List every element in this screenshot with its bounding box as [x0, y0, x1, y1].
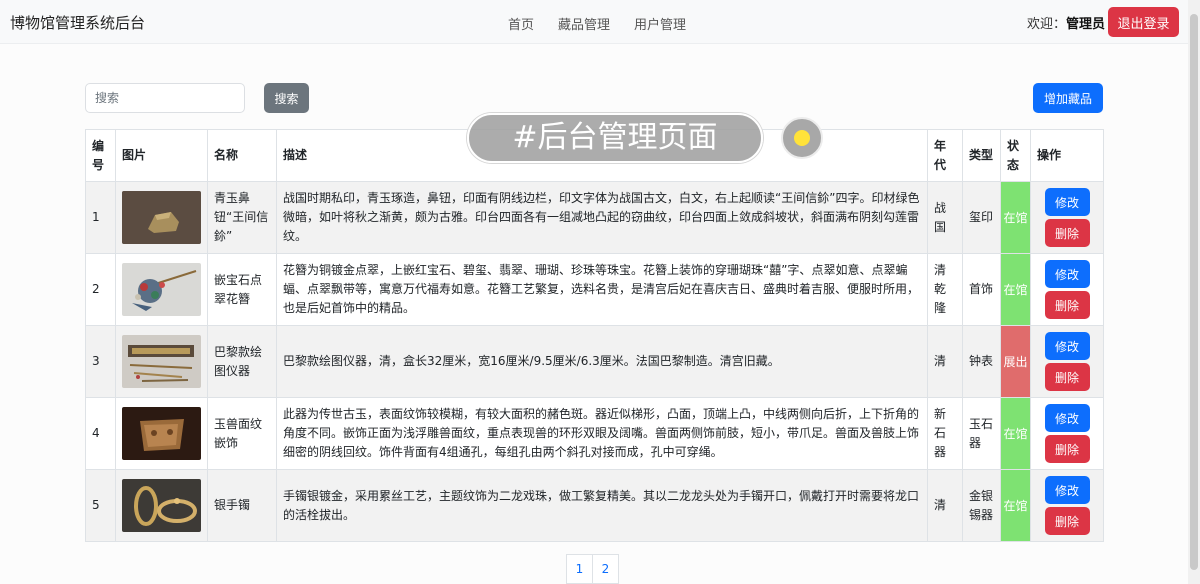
edit-button[interactable]: 修改 — [1044, 404, 1090, 432]
cell-id: 5 — [85, 469, 116, 542]
logout-button[interactable]: 退出登录 — [1108, 7, 1179, 37]
user-name: 管理员 — [1066, 17, 1106, 32]
cell-era: 清 — [927, 469, 963, 542]
nav-item-collections[interactable]: 藏品管理 — [558, 14, 610, 33]
cell-actions: 修改 删除 — [1030, 397, 1104, 470]
edit-button[interactable]: 修改 — [1044, 332, 1090, 360]
table-row: 5 银手镯 手镯银镀金，采用累丝工艺，主题纹饰为二龙戏珠，做工繁复精美。其以二龙… — [85, 469, 1104, 542]
scrollbar-thumb[interactable] — [1190, 14, 1198, 570]
cell-type: 钟表 — [962, 325, 1001, 398]
item-thumbnail[interactable] — [122, 335, 201, 388]
cell-image — [115, 253, 208, 326]
cell-id: 2 — [85, 253, 116, 326]
cell-era: 清 — [927, 325, 963, 398]
assist-icon-core — [794, 130, 810, 146]
col-header-actions: 操作 — [1030, 129, 1104, 182]
cell-id: 1 — [85, 181, 116, 254]
table-row: 2 嵌宝石点翠花簪 花簪为铜镀金点翠，上嵌红宝石、碧玺、翡翠、珊瑚、珍珠等珠宝。… — [85, 253, 1104, 326]
page-link-1[interactable]: 1 — [566, 554, 593, 584]
nav-item-home[interactable]: 首页 — [508, 14, 534, 33]
search-input[interactable] — [85, 83, 245, 113]
cell-image — [115, 181, 208, 254]
col-header-name: 名称 — [207, 129, 277, 182]
delete-button[interactable]: 删除 — [1044, 507, 1090, 535]
page-link-2[interactable]: 2 — [592, 554, 619, 584]
delete-button[interactable]: 删除 — [1044, 291, 1090, 319]
cell-desc: 巴黎款绘图仪器，清，盒长32厘米，宽16厘米/9.5厘米/6.3厘米。法国巴黎制… — [276, 325, 928, 398]
cell-era: 清乾隆 — [927, 253, 963, 326]
cell-image — [115, 325, 208, 398]
cell-name: 青玉鼻钮“王间信鉩” — [207, 181, 277, 254]
edit-button[interactable]: 修改 — [1044, 476, 1090, 504]
nav-item-users[interactable]: 用户管理 — [634, 14, 686, 33]
cell-type: 金银锡器 — [962, 469, 1001, 542]
add-item-button[interactable]: 增加藏品 — [1033, 83, 1103, 113]
cell-id: 4 — [85, 397, 116, 470]
table-row: 3 巴黎款绘图仪器 巴黎款绘图仪器，清，盒长32厘米，宽16厘米/9.5厘米/6… — [85, 325, 1104, 398]
edit-button[interactable]: 修改 — [1044, 260, 1090, 288]
status-badge: 在馆 — [1000, 469, 1031, 542]
cell-type: 玺印 — [962, 181, 1001, 254]
pagination: 1 2 — [566, 554, 619, 584]
item-thumbnail[interactable] — [122, 191, 201, 244]
app-title[interactable]: 博物馆管理系统后台 — [10, 12, 145, 33]
item-thumbnail[interactable] — [122, 479, 201, 532]
cell-id: 3 — [85, 325, 116, 398]
cell-actions: 修改 删除 — [1030, 181, 1104, 254]
cell-image — [115, 469, 208, 542]
overlay-caption: #后台管理页面 — [467, 113, 763, 163]
item-thumbnail[interactable] — [122, 407, 201, 460]
main-nav: 首页 藏品管理 用户管理 — [508, 14, 686, 33]
cell-actions: 修改 删除 — [1030, 325, 1104, 398]
status-badge: 展出 — [1000, 325, 1031, 398]
cell-era: 战国 — [927, 181, 963, 254]
cell-desc: 花簪为铜镀金点翠，上嵌红宝石、碧玺、翡翠、珊瑚、珍珠等珠宝。花簪上装饰的穿珊瑚珠… — [276, 253, 928, 326]
floating-assist-icon[interactable] — [781, 117, 823, 159]
cell-desc: 战国时期私印，青玉琢造，鼻钮，印面有阴线边栏，印文字体为战国古文，白文，右上起顺… — [276, 181, 928, 254]
delete-button[interactable]: 删除 — [1044, 363, 1090, 391]
welcome-text: 欢迎：管理员 — [1027, 13, 1105, 32]
col-header-id: 编号 — [85, 129, 116, 182]
edit-button[interactable]: 修改 — [1044, 188, 1090, 216]
top-navbar: 博物馆管理系统后台 首页 藏品管理 用户管理 欢迎：管理员 退出登录 — [0, 0, 1200, 44]
cell-type: 玉石器 — [962, 397, 1001, 470]
cell-actions: 修改 删除 — [1030, 469, 1104, 542]
col-header-type: 类型 — [962, 129, 1001, 182]
collections-table: 编号 图片 名称 描述 年代 类型 状态 操作 1 青玉鼻钮“王间信鉩” 战国时… — [85, 129, 1104, 542]
col-header-image: 图片 — [115, 129, 208, 182]
cell-image — [115, 397, 208, 470]
status-badge: 在馆 — [1000, 397, 1031, 470]
welcome-label: 欢迎： — [1027, 17, 1067, 32]
cell-type: 首饰 — [962, 253, 1001, 326]
status-badge: 在馆 — [1000, 181, 1031, 254]
cell-era: 新石器 — [927, 397, 963, 470]
cell-name: 嵌宝石点翠花簪 — [207, 253, 277, 326]
table-row: 1 青玉鼻钮“王间信鉩” 战国时期私印，青玉琢造，鼻钮，印面有阴线边栏，印文字体… — [85, 181, 1104, 254]
cell-name: 银手镯 — [207, 469, 277, 542]
col-header-era: 年代 — [927, 129, 963, 182]
page-scrollbar[interactable] — [1188, 0, 1200, 584]
delete-button[interactable]: 删除 — [1044, 219, 1090, 247]
status-badge: 在馆 — [1000, 253, 1031, 326]
cell-desc: 手镯银镀金，采用累丝工艺，主题纹饰为二龙戏珠，做工繁复精美。其以二龙龙头处为手镯… — [276, 469, 928, 542]
col-header-status: 状态 — [1000, 129, 1031, 182]
cell-name: 玉兽面纹嵌饰 — [207, 397, 277, 470]
search-button[interactable]: 搜索 — [264, 83, 309, 113]
delete-button[interactable]: 删除 — [1044, 435, 1090, 463]
item-thumbnail[interactable] — [122, 263, 201, 316]
cell-actions: 修改 删除 — [1030, 253, 1104, 326]
cell-name: 巴黎款绘图仪器 — [207, 325, 277, 398]
table-row: 4 玉兽面纹嵌饰 此器为传世古玉，表面纹饰较模糊，有较大面积的赭色斑。器近似梯形… — [85, 397, 1104, 470]
cell-desc: 此器为传世古玉，表面纹饰较模糊，有较大面积的赭色斑。器近似梯形，凸面，顶端上凸，… — [276, 397, 928, 470]
